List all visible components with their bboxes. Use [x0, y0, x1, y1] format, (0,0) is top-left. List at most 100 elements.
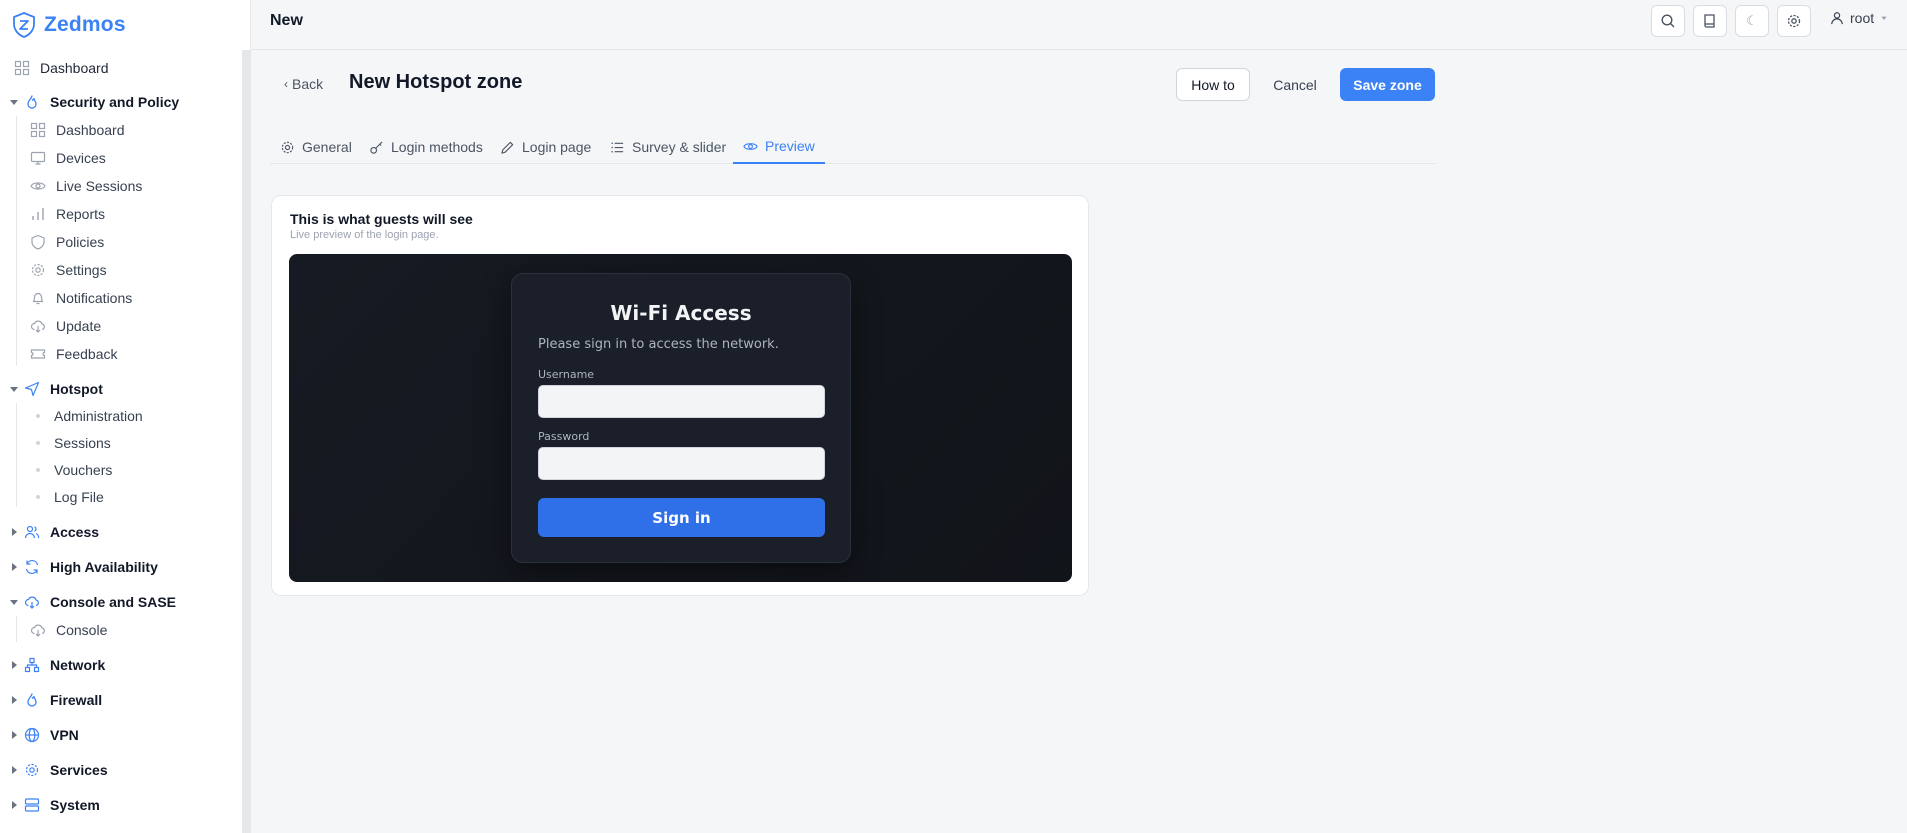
server-icon	[24, 798, 40, 812]
back-label: Back	[292, 76, 324, 92]
sidebar-item-notifications[interactable]: Notifications	[30, 285, 132, 311]
sidebar-section-console-sase[interactable]: Console and SASE	[8, 589, 176, 615]
key-icon	[370, 140, 383, 154]
sidebar-section-label: Services	[50, 762, 108, 778]
user-menu[interactable]: root	[1830, 10, 1888, 26]
sidebar-section-vpn[interactable]: VPN	[8, 722, 79, 748]
sidebar-section-access[interactable]: Access	[8, 519, 99, 545]
cancel-button[interactable]: Cancel	[1265, 68, 1325, 101]
caret-right-icon	[12, 731, 17, 739]
sidebar-item-devices[interactable]: Devices	[30, 145, 106, 171]
sidebar-item-settings[interactable]: Settings	[30, 257, 107, 283]
sidebar-item-label: Dashboard	[56, 122, 125, 138]
search-icon	[1661, 14, 1675, 28]
tab-label: Preview	[765, 138, 815, 154]
sidebar-item-reports[interactable]: Reports	[30, 201, 105, 227]
user-name: root	[1850, 10, 1875, 26]
caret-down-icon	[1881, 16, 1887, 20]
username-field[interactable]	[538, 385, 825, 418]
grid-icon	[14, 60, 30, 76]
sidebar-section-network[interactable]: Network	[8, 652, 105, 678]
sidebar-section-label: Console and SASE	[50, 594, 177, 610]
user-icon	[1831, 12, 1843, 25]
how-to-button[interactable]: How to	[1176, 68, 1250, 101]
bullet-dot	[36, 468, 40, 472]
caret-down-icon	[10, 600, 18, 605]
tab-label: Survey & slider	[632, 139, 727, 155]
sidebar-section-label: Hotspot	[50, 381, 103, 397]
card-title: This is what guests will see	[290, 211, 473, 227]
sidebar-section-label: Security and Policy	[50, 94, 180, 110]
caret-down-icon	[10, 387, 18, 392]
login-description: Please sign in to access the network.	[538, 337, 779, 352]
sidebar-item-sp-dashboard[interactable]: Dashboard	[30, 117, 125, 143]
send-icon	[24, 381, 40, 397]
login-card: Wi-Fi Access Please sign in to access th…	[511, 273, 851, 563]
sidebar-item-console[interactable]: Console	[30, 617, 107, 643]
tab-preview[interactable]: Preview	[733, 130, 825, 164]
tab-general[interactable]: General	[270, 130, 362, 164]
sidebar-item-policies[interactable]: Policies	[30, 229, 104, 255]
topbar: New ☾ root	[252, 0, 1907, 50]
sidebar-section-label: Network	[50, 657, 106, 673]
tab-login-page[interactable]: Login page	[490, 130, 601, 164]
gear-icon	[281, 141, 294, 153]
save-zone-button[interactable]: Save zone	[1340, 68, 1435, 101]
gear-icon	[31, 263, 45, 277]
password-field[interactable]	[538, 447, 825, 480]
bar-chart-icon	[32, 208, 44, 220]
sidebar-item-log-file[interactable]: Log File	[36, 484, 104, 510]
search-button[interactable]	[1651, 5, 1685, 37]
back-link[interactable]: ‹ Back	[284, 76, 323, 92]
docs-button[interactable]	[1693, 5, 1727, 37]
brand[interactable]: Zedmos	[12, 11, 126, 39]
username-label: Username	[538, 368, 595, 381]
sidebar-item-sessions[interactable]: Sessions	[36, 430, 111, 456]
eye-icon	[743, 142, 758, 150]
sidebar-item-label: Policies	[56, 234, 105, 250]
bullet-dot	[36, 441, 40, 445]
sidebar-item-administration[interactable]: Administration	[36, 403, 143, 429]
sidebar-section-hotspot[interactable]: Hotspot	[8, 376, 103, 402]
sidebar-item-feedback[interactable]: Feedback	[30, 341, 117, 367]
users-icon	[24, 525, 40, 539]
sidebar-item-label: Feedback	[56, 346, 118, 362]
sidebar-item-dashboard[interactable]: Dashboard	[14, 55, 109, 81]
caret-down-icon	[10, 100, 18, 105]
cloud-download-icon	[30, 320, 45, 333]
sidebar-section-firewall[interactable]: Firewall	[8, 687, 102, 713]
sidebar-item-label: Dashboard	[40, 60, 109, 76]
settings-button[interactable]	[1777, 5, 1811, 37]
sidebar-section-system[interactable]: System	[8, 792, 100, 818]
tree-line	[16, 616, 17, 642]
sidebar-item-update[interactable]: Update	[30, 313, 101, 339]
book-icon	[1704, 14, 1715, 28]
ticket-icon	[30, 349, 46, 359]
sidebar-item-vouchers[interactable]: Vouchers	[36, 457, 112, 483]
tab-label: General	[302, 139, 352, 155]
tab-label: Login page	[522, 139, 592, 155]
sign-in-button[interactable]: Sign in	[538, 498, 825, 537]
sidebar-item-label: Devices	[56, 150, 106, 166]
shield-icon	[31, 234, 45, 250]
tab-survey-slider[interactable]: Survey & slider	[600, 130, 736, 164]
tab-label: Login methods	[391, 139, 483, 155]
tab-login-methods[interactable]: Login methods	[359, 130, 493, 164]
monitor-icon	[30, 151, 46, 165]
bullet-dot	[36, 414, 40, 418]
sidebar-item-live-sessions[interactable]: Live Sessions	[30, 173, 142, 199]
sidebar-section-security[interactable]: Security and Policy	[8, 89, 179, 115]
sidebar-section-services[interactable]: Services	[8, 757, 108, 783]
tree-line	[16, 116, 17, 366]
caret-right-icon	[12, 528, 17, 536]
sidebar-item-label: Sessions	[54, 435, 111, 451]
sidebar-section-high-availability[interactable]: High Availability	[8, 554, 158, 580]
login-heading: Wi-Fi Access	[610, 301, 752, 325]
bell-icon	[32, 292, 44, 305]
bullet-dot	[36, 495, 40, 499]
sidebar-scrollbar[interactable]	[242, 50, 250, 833]
theme-toggle-button[interactable]: ☾	[1735, 5, 1769, 37]
caret-right-icon	[12, 766, 17, 774]
eye-icon	[30, 182, 46, 190]
gear-icon	[25, 763, 39, 777]
